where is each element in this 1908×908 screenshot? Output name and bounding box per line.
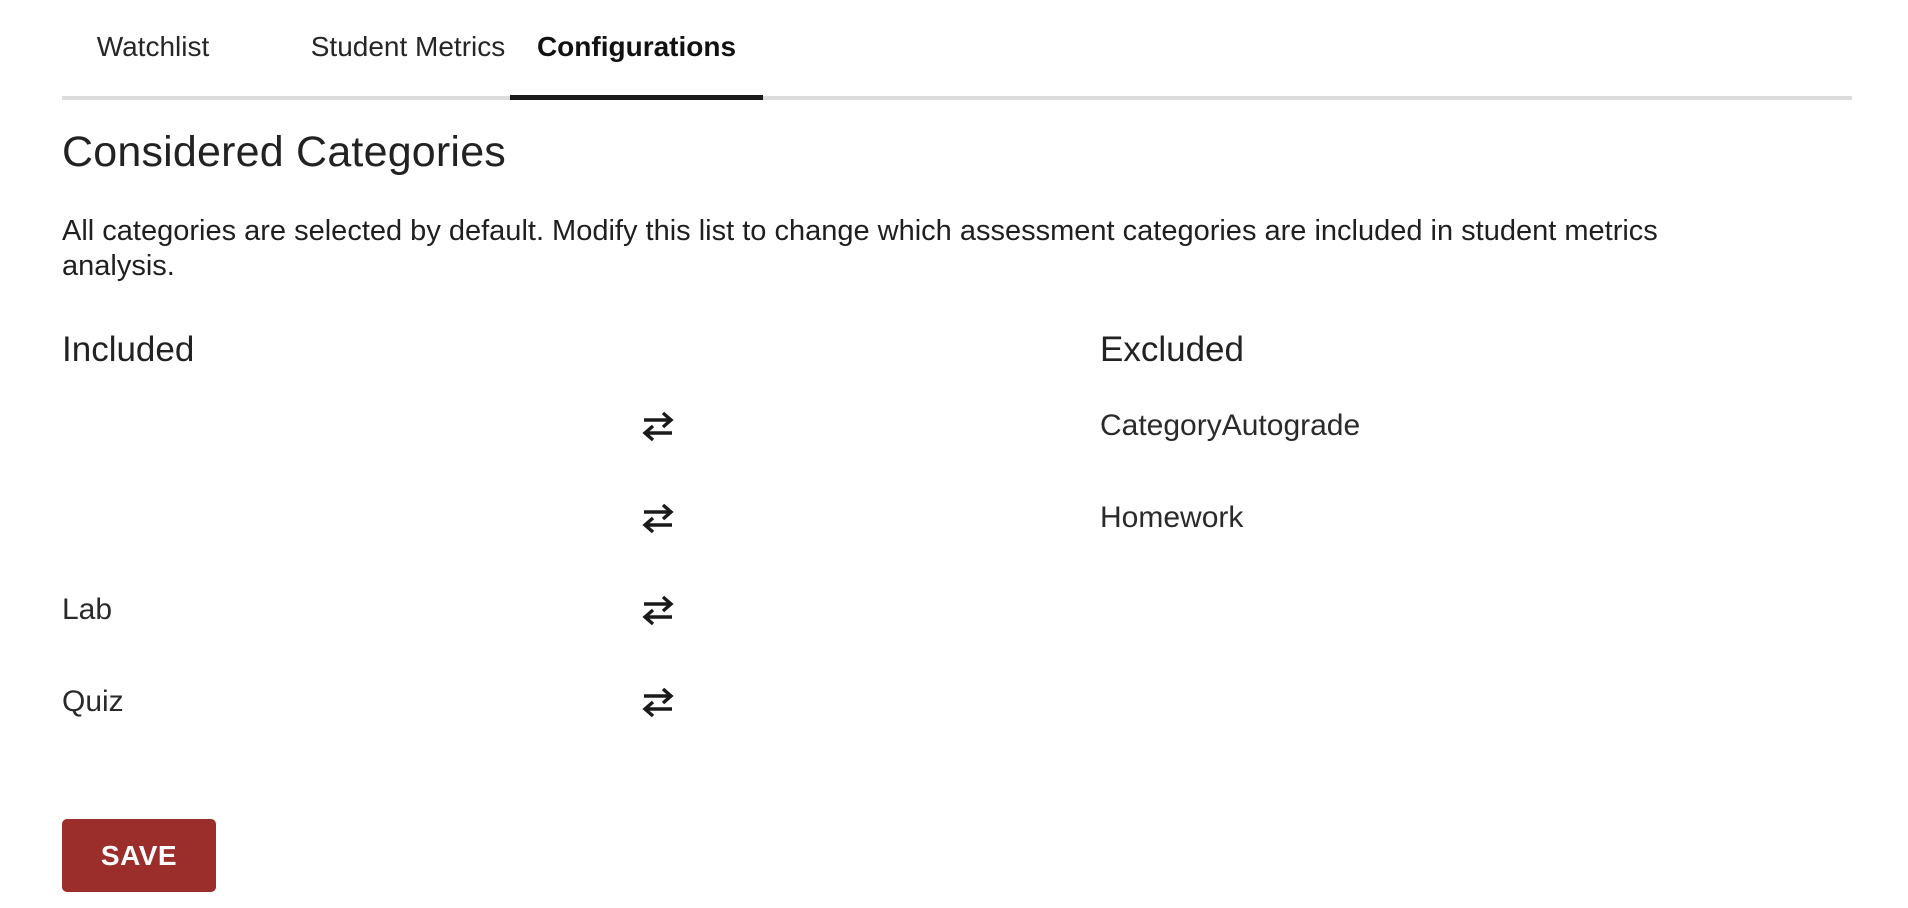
category-row: CategoryAutograde [0, 398, 1908, 454]
swap-arrows-icon [642, 595, 674, 626]
swap-arrows-icon[interactable] [638, 498, 678, 538]
tab-bar: Watchlist Student Metrics Configurations [62, 0, 1852, 100]
swap-arrows-icon[interactable] [638, 406, 678, 446]
swap-arrows-icon [642, 503, 674, 534]
tab-watchlist[interactable]: Watchlist [62, 0, 244, 100]
included-category: Lab [62, 593, 113, 626]
swap-arrows-icon [642, 687, 674, 718]
excluded-category [1100, 582, 1800, 638]
section-description: All categories are selected by default. … [62, 215, 1658, 282]
excluded-category: CategoryAutograde [1100, 409, 1361, 442]
category-row: Quiz [0, 674, 1908, 730]
excluded-category [1100, 674, 1800, 730]
save-button[interactable]: SAVE [62, 819, 216, 892]
swap-arrows-icon [642, 411, 674, 442]
included-category [62, 490, 582, 546]
swap-arrows-icon[interactable] [638, 590, 678, 630]
active-tab-indicator [510, 95, 763, 100]
included-column-title: Included [62, 330, 195, 369]
excluded-category: Homework [1100, 501, 1244, 534]
included-category [62, 398, 582, 454]
page-title: Considered Categories [62, 128, 507, 176]
configurations-page: Watchlist Student Metrics Configurations… [0, 0, 1908, 908]
excluded-column-title: Excluded [1100, 330, 1244, 369]
category-row: Lab [0, 582, 1908, 638]
included-category: Quiz [62, 685, 124, 718]
tab-configurations[interactable]: Configurations [510, 0, 763, 100]
category-row: Homework [0, 490, 1908, 546]
swap-arrows-icon[interactable] [638, 682, 678, 722]
